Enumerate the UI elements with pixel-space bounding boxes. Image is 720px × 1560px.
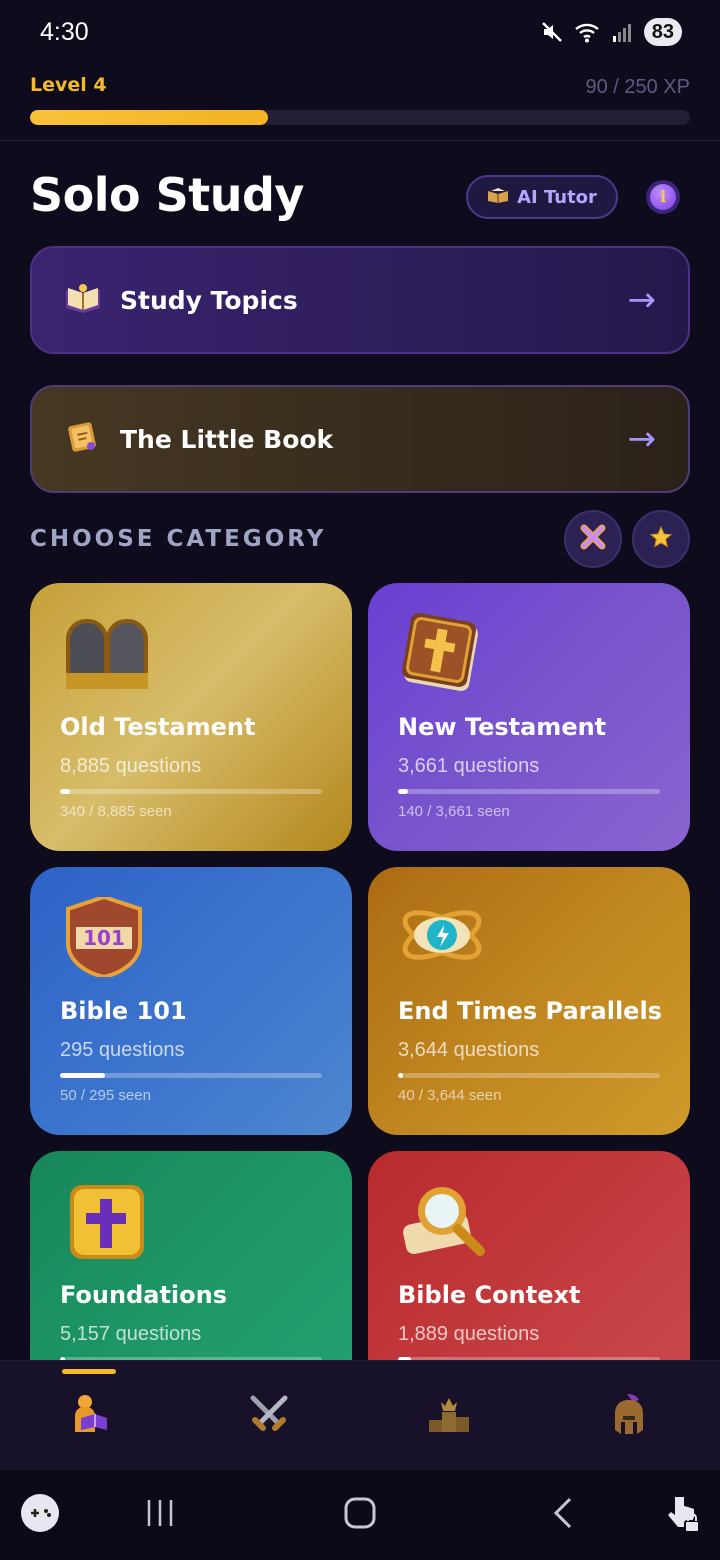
category-name: Foundations <box>60 1281 228 1309</box>
bottom-tab-bar <box>0 1360 720 1470</box>
tab-solo-study[interactable] <box>39 1361 139 1471</box>
star-icon <box>649 525 673 553</box>
app-screen: 4:30 83 Level 4 90 / 250 XP Solo Study A… <box>0 0 720 1560</box>
battery-indicator: 83 <box>643 18 682 46</box>
status-bar: 4:30 83 <box>0 0 720 66</box>
category-progress-bar <box>398 789 660 794</box>
little-book-label: The Little Book <box>120 424 334 454</box>
mute-icon <box>540 20 564 44</box>
tab-leaderboard[interactable] <box>399 1361 499 1471</box>
category-count: 5,157 questions <box>60 1323 202 1345</box>
back-button[interactable] <box>533 1470 593 1560</box>
category-count: 1,889 questions <box>398 1323 540 1345</box>
category-name: New Testament <box>398 713 607 741</box>
home-button[interactable] <box>330 1470 390 1560</box>
open-book-icon <box>487 187 509 207</box>
xp-text: 90 / 250 XP <box>585 76 690 98</box>
category-progress-fill <box>398 1073 404 1078</box>
category-seen: 140 / 3,661 seen <box>398 803 510 820</box>
recent-apps-icon <box>143 1496 177 1534</box>
category-progress-bar <box>398 1073 660 1078</box>
info-icon: i <box>650 184 676 210</box>
category-seen: 340 / 8,885 seen <box>60 803 172 820</box>
spartan-helmet-icon <box>609 1392 649 1440</box>
touch-lock-icon <box>661 1491 701 1539</box>
category-card-old-testament[interactable]: Old Testament 8,885 questions 340 / 8,88… <box>30 583 352 851</box>
wifi-icon <box>574 20 602 44</box>
little-book-card[interactable]: The Little Book → <box>30 385 690 493</box>
arrow-right-icon: → <box>627 419 657 459</box>
category-card-bible-101[interactable]: 101 Bible 101 295 questions 50 / 295 see… <box>30 867 352 1135</box>
info-button[interactable]: i <box>646 180 680 214</box>
category-card-end-times-parallels[interactable]: End Times Parallels 3,644 questions 40 /… <box>368 867 690 1135</box>
prophecy-eye-icon <box>398 897 498 977</box>
bible-cross-icon <box>398 613 498 693</box>
category-progress-bar <box>60 1073 322 1078</box>
ai-tutor-label: AI Tutor <box>517 186 597 208</box>
badge-101-icon: 101 <box>60 894 160 980</box>
open-book-icon <box>64 282 102 318</box>
status-icons: 83 <box>540 18 682 46</box>
gamepad-icon <box>19 1492 61 1538</box>
category-progress-fill <box>60 789 70 794</box>
favorites-button[interactable] <box>632 510 690 568</box>
svg-text:101: 101 <box>83 926 125 950</box>
category-progress-fill <box>60 1073 105 1078</box>
reader-icon <box>67 1392 111 1440</box>
category-name: Bible Context <box>398 1281 581 1309</box>
category-name: End Times Parallels <box>398 997 662 1025</box>
game-launcher-button[interactable] <box>18 1470 62 1560</box>
category-name: Bible 101 <box>60 997 187 1025</box>
category-count: 3,661 questions <box>398 755 540 777</box>
cross-block-icon <box>60 1181 160 1261</box>
stone-tablets-icon <box>60 613 160 693</box>
level-label: Level 4 <box>30 74 107 96</box>
tab-profile[interactable] <box>579 1361 679 1471</box>
category-count: 3,644 questions <box>398 1039 540 1061</box>
category-seen: 40 / 3,644 seen <box>398 1087 502 1104</box>
category-progress-bar <box>60 789 322 794</box>
arrow-right-icon: → <box>627 280 657 320</box>
close-x-icon <box>580 524 606 554</box>
back-chevron-icon <box>548 1496 578 1534</box>
system-nav-bar <box>0 1470 720 1560</box>
crossed-swords-icon <box>247 1392 291 1440</box>
category-seen: 50 / 295 seen <box>60 1087 151 1104</box>
status-time: 4:30 <box>40 18 89 46</box>
category-progress-fill <box>398 789 408 794</box>
wrong-answers-button[interactable] <box>564 510 622 568</box>
recent-apps-button[interactable] <box>130 1470 190 1560</box>
small-book-icon <box>64 420 102 458</box>
magnifier-scroll-icon <box>398 1181 498 1261</box>
ai-tutor-button[interactable]: AI Tutor <box>466 175 618 219</box>
leaderboard-crown-icon <box>426 1392 472 1440</box>
study-topics-label: Study Topics <box>120 285 298 315</box>
choose-category-heading: CHOOSE CATEGORY <box>30 526 327 552</box>
tab-battle[interactable] <box>219 1361 319 1471</box>
xp-progress-fill <box>30 110 268 125</box>
signal-icon <box>612 21 634 43</box>
category-card-new-testament[interactable]: New Testament 3,661 questions 140 / 3,66… <box>368 583 690 851</box>
category-count: 8,885 questions <box>60 755 202 777</box>
category-name: Old Testament <box>60 713 256 741</box>
study-topics-card[interactable]: Study Topics → <box>30 246 690 354</box>
category-count: 295 questions <box>60 1039 185 1061</box>
page-title: Solo Study <box>30 168 304 222</box>
home-icon <box>343 1496 377 1534</box>
header-divider <box>0 140 720 141</box>
xp-progress-bar <box>30 110 690 125</box>
accessibility-touch-button[interactable] <box>656 1470 706 1560</box>
